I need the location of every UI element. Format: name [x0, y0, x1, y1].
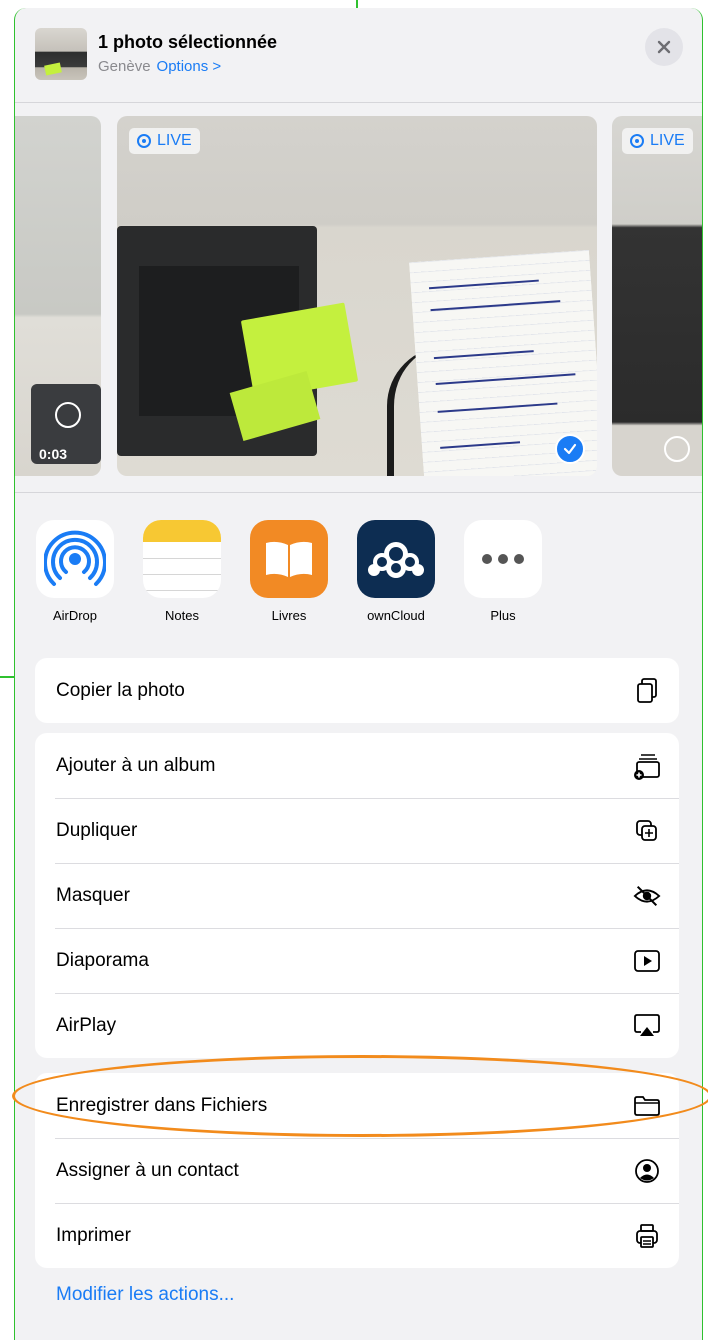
share-sheet: 1 photo sélectionnée Genève Options > 0:0… — [14, 8, 703, 1340]
annotation-line-top — [356, 0, 358, 8]
add-album-icon — [633, 752, 661, 780]
app-label-airdrop: AirDrop — [52, 608, 98, 623]
app-owncloud[interactable]: ownCloud — [356, 520, 436, 623]
action-slideshow[interactable]: Diaporama — [35, 928, 679, 993]
photos-divider — [15, 492, 702, 493]
checkmark-icon — [563, 443, 577, 455]
airdrop-icon — [36, 520, 114, 598]
options-link[interactable]: Options > — [157, 58, 222, 75]
action-label: AirPlay — [56, 1014, 117, 1036]
app-livres[interactable]: Livres — [249, 520, 329, 623]
action-label: Imprimer — [56, 1224, 131, 1246]
app-airdrop[interactable]: AirDrop — [35, 520, 115, 623]
action-label: Dupliquer — [56, 819, 138, 841]
select-circle-right[interactable] — [664, 436, 690, 462]
share-header: 1 photo sélectionnée Genève Options > — [15, 8, 702, 102]
action-add-album[interactable]: Ajouter à un album — [35, 733, 679, 798]
modify-actions-link[interactable]: Modifier les actions... — [56, 1284, 234, 1306]
action-label: Diaporama — [56, 949, 149, 971]
live-badge-right: LIVE — [622, 128, 693, 154]
action-label: Copier la photo — [56, 679, 185, 701]
app-label-notes: Notes — [165, 608, 199, 623]
action-print[interactable]: Imprimer — [35, 1203, 679, 1268]
app-label-plus: Plus — [490, 608, 516, 623]
action-copy-photo[interactable]: Copier la photo — [35, 658, 679, 723]
close-icon — [657, 40, 671, 54]
actions-group-3: Enregistrer dans Fichiers Assigner à un … — [35, 1073, 679, 1268]
airplay-icon — [633, 1012, 661, 1040]
photo-left[interactable]: 0:03 — [15, 116, 101, 476]
header-subtitle: Genève Options > — [98, 58, 221, 75]
live-icon — [630, 134, 644, 148]
hide-icon — [633, 882, 661, 910]
live-label: LIVE — [650, 132, 685, 149]
app-label-livres: Livres — [271, 608, 307, 623]
duplicate-icon — [633, 817, 661, 845]
selected-photo-thumbnail — [35, 28, 87, 80]
photo-selected[interactable]: LIVE — [117, 116, 597, 476]
video-duration: 0:03 — [39, 446, 68, 462]
action-save-to-files[interactable]: Enregistrer dans Fichiers — [35, 1073, 679, 1138]
owncloud-icon — [357, 520, 435, 598]
action-airplay[interactable]: AirPlay — [35, 993, 679, 1058]
more-icon — [464, 520, 542, 598]
action-hide[interactable]: Masquer — [35, 863, 679, 928]
live-label: LIVE — [157, 132, 192, 149]
action-duplicate[interactable]: Dupliquer — [35, 798, 679, 863]
contact-icon — [633, 1157, 661, 1185]
live-badge: LIVE — [129, 128, 200, 154]
folder-icon — [633, 1092, 661, 1120]
action-label: Masquer — [56, 884, 130, 906]
live-icon — [137, 134, 151, 148]
photo-right[interactable]: LIVE — [612, 116, 702, 476]
select-circle-left[interactable] — [55, 402, 81, 428]
action-label: Ajouter à un album — [56, 754, 216, 776]
photo-carousel: 0:03 LIVE LIVE — [15, 116, 702, 478]
location-label: Genève — [98, 58, 151, 75]
action-assign-contact[interactable]: Assigner à un contact — [35, 1138, 679, 1203]
app-plus[interactable]: Plus — [463, 520, 543, 623]
actions-group-2: Ajouter à un album Dupliquer Masquer Dia… — [35, 733, 679, 1058]
action-label: Assigner à un contact — [56, 1159, 239, 1181]
printer-icon — [633, 1222, 661, 1250]
header-divider — [15, 102, 702, 103]
action-label: Enregistrer dans Fichiers — [56, 1094, 268, 1116]
app-notes[interactable]: Notes — [142, 520, 222, 623]
header-title: 1 photo sélectionnée — [98, 32, 278, 52]
books-icon — [250, 520, 328, 598]
app-label-owncloud: ownCloud — [367, 608, 425, 623]
apps-row: AirDrop Notes Livres ownCloud Plus — [15, 508, 702, 638]
actions-group-1: Copier la photo — [35, 658, 679, 723]
notes-icon — [143, 520, 221, 598]
selected-checkmark[interactable] — [555, 434, 585, 464]
close-button[interactable] — [645, 28, 683, 66]
copy-icon — [633, 677, 661, 705]
slideshow-icon — [633, 947, 661, 975]
